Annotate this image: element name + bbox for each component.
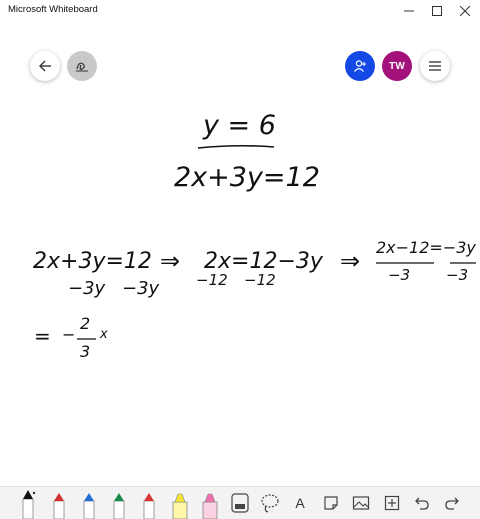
app-title: Microsoft Whiteboard [8, 4, 98, 15]
ink-underline [197, 144, 275, 149]
ink-result-numerator: 2 [80, 314, 91, 333]
highlighter-pink[interactable] [198, 487, 222, 519]
pen-blue[interactable] [78, 487, 100, 519]
image-tool[interactable] [350, 487, 372, 519]
highlighter-pink-icon [202, 493, 218, 519]
ink-result-x: x [100, 327, 108, 342]
redo-button[interactable] [441, 487, 463, 519]
sticky-note-tool[interactable] [320, 487, 342, 519]
highlighter-yellow-icon [172, 493, 188, 519]
close-button[interactable] [449, 0, 480, 22]
image-icon [352, 496, 370, 510]
bottom-toolbar: A [0, 486, 480, 519]
ink-step-1: 2x+3y=12 [33, 249, 152, 274]
ink-fraction-denominator-right: −3 [446, 266, 469, 284]
pen-red-2[interactable] [138, 487, 160, 519]
sticky-note-icon [324, 496, 338, 510]
lasso-tool[interactable] [258, 487, 282, 519]
text-tool[interactable]: A [290, 487, 310, 519]
pen-black[interactable] [16, 487, 40, 519]
add-tool[interactable] [381, 487, 403, 519]
ink-arrow-1: ⇒ [160, 247, 181, 275]
ink-result-fraction-bar [77, 338, 96, 340]
pen-red-2-icon [143, 493, 155, 519]
eraser-icon [231, 493, 249, 513]
pen-black-icon [22, 490, 36, 519]
pen-blue-icon [83, 493, 95, 519]
ink-result-equals: = [34, 324, 51, 348]
ink-subtract-3y-right: −3y [122, 278, 160, 299]
ink-result-denominator: 3 [80, 342, 91, 361]
title-bar: Microsoft Whiteboard [0, 0, 480, 22]
ink-fraction-numerator: 2x−12=−3y [376, 238, 476, 257]
pen-green[interactable] [108, 487, 130, 519]
redo-icon [445, 497, 459, 510]
maximize-icon [432, 6, 442, 16]
pen-red[interactable] [48, 487, 70, 519]
ink-subtract-3y-left: −3y [68, 278, 106, 299]
close-icon [460, 6, 470, 16]
ink-subtract-12-left: −12 [196, 271, 228, 289]
ink-result-minus: − [62, 325, 76, 344]
ink-fraction-denominator-left: −3 [388, 266, 411, 284]
ink-equation-main: 2x+3y=12 [174, 162, 320, 193]
lasso-icon [261, 494, 279, 513]
ink-subtract-12-right: −12 [244, 271, 276, 289]
pen-green-icon [113, 493, 125, 519]
undo-icon [415, 497, 429, 510]
minimize-icon [404, 10, 414, 12]
pen-red-icon [53, 493, 65, 519]
whiteboard-canvas[interactable]: y = 6 2x+3y=12 2x+3y=12 ⇒ 2x=12−3y ⇒ 2x−… [0, 22, 480, 484]
ink-equation-y: y = 6 [203, 110, 276, 141]
eraser-tool[interactable] [228, 487, 252, 519]
undo-button[interactable] [411, 487, 433, 519]
highlighter-yellow[interactable] [168, 487, 192, 519]
add-icon [384, 495, 400, 511]
ink-arrow-2: ⇒ [340, 247, 361, 275]
text-icon: A [295, 495, 305, 511]
